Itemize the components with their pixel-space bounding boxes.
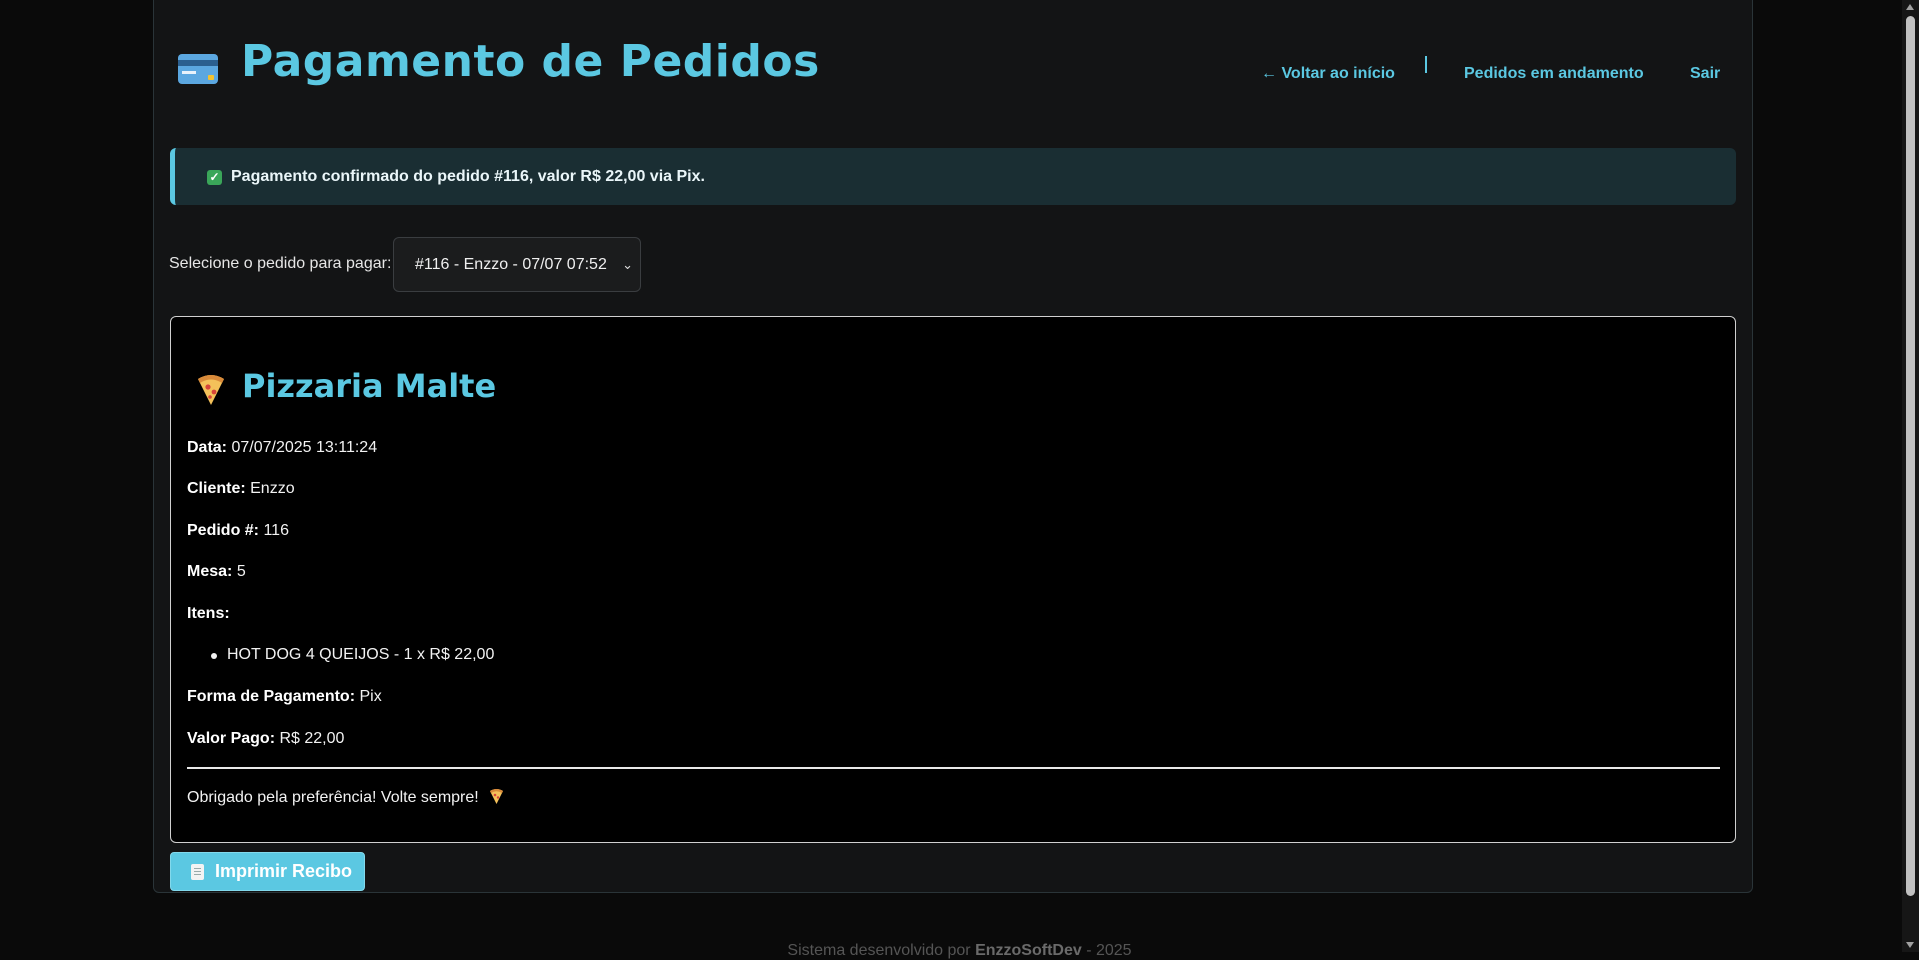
receipt-items-label: Itens: [187,605,230,622]
receipt-icon [191,864,204,880]
check-icon: ✓ [207,170,222,185]
scroll-down-icon[interactable] [1906,942,1914,948]
divider [187,767,1720,769]
scroll-up-icon[interactable] [1906,4,1914,10]
chevron-down-icon: ⌄ [622,257,633,272]
receipt-client: Cliente: Enzzo [187,480,295,497]
pizza-icon [198,375,224,405]
order-select-value: #116 - Enzzo - 07/07 07:52 [415,256,607,273]
back-home-link[interactable]: ← Voltar ao início [1261,65,1395,83]
list-bullet [211,653,217,659]
receipt-table: Mesa: 5 [187,563,246,580]
pizza-icon [490,789,504,804]
receipt-payment-method: Forma de Pagamento: Pix [187,688,382,705]
list-item: HOT DOG 4 QUEIJOS - 1 x R$ 22,00 [227,646,495,663]
receipt-title: Pizzaria Malte [242,367,497,405]
receipt-thanks: Obrigado pela preferência! Volte sempre! [187,788,505,807]
credit-card-icon [178,54,218,84]
receipt-panel: Pizzaria Malte Data: 07/07/2025 13:11:24… [170,316,1736,843]
nav-separator [1425,56,1427,73]
print-receipt-label: Imprimir Recibo [215,861,353,881]
receipt-amount-paid: Valor Pago: R$ 22,00 [187,730,345,747]
orders-in-progress-link[interactable]: Pedidos em andamento [1464,65,1644,83]
page-title: Pagamento de Pedidos [241,36,820,87]
receipt-date: Data: 07/07/2025 13:11:24 [187,439,378,456]
alert-message: Pagamento confirmado do pedido #116, val… [231,168,705,185]
logout-link[interactable]: Sair [1690,65,1720,83]
print-receipt-button[interactable]: Imprimir Recibo [170,852,365,891]
payment-confirmed-alert: ✓ Pagamento confirmado do pedido #116, v… [170,148,1736,205]
scrollbar-thumb[interactable] [1906,16,1915,896]
receipt-order-number: Pedido #: 116 [187,522,289,539]
footer: Sistema desenvolvido por EnzzoSoftDev - … [787,942,1132,959]
page-scrollbar[interactable] [1902,0,1919,952]
order-select-label: Selecione o pedido para pagar: [169,255,392,272]
order-select[interactable]: #116 - Enzzo - 07/07 07:52 ⌄ [393,237,641,292]
